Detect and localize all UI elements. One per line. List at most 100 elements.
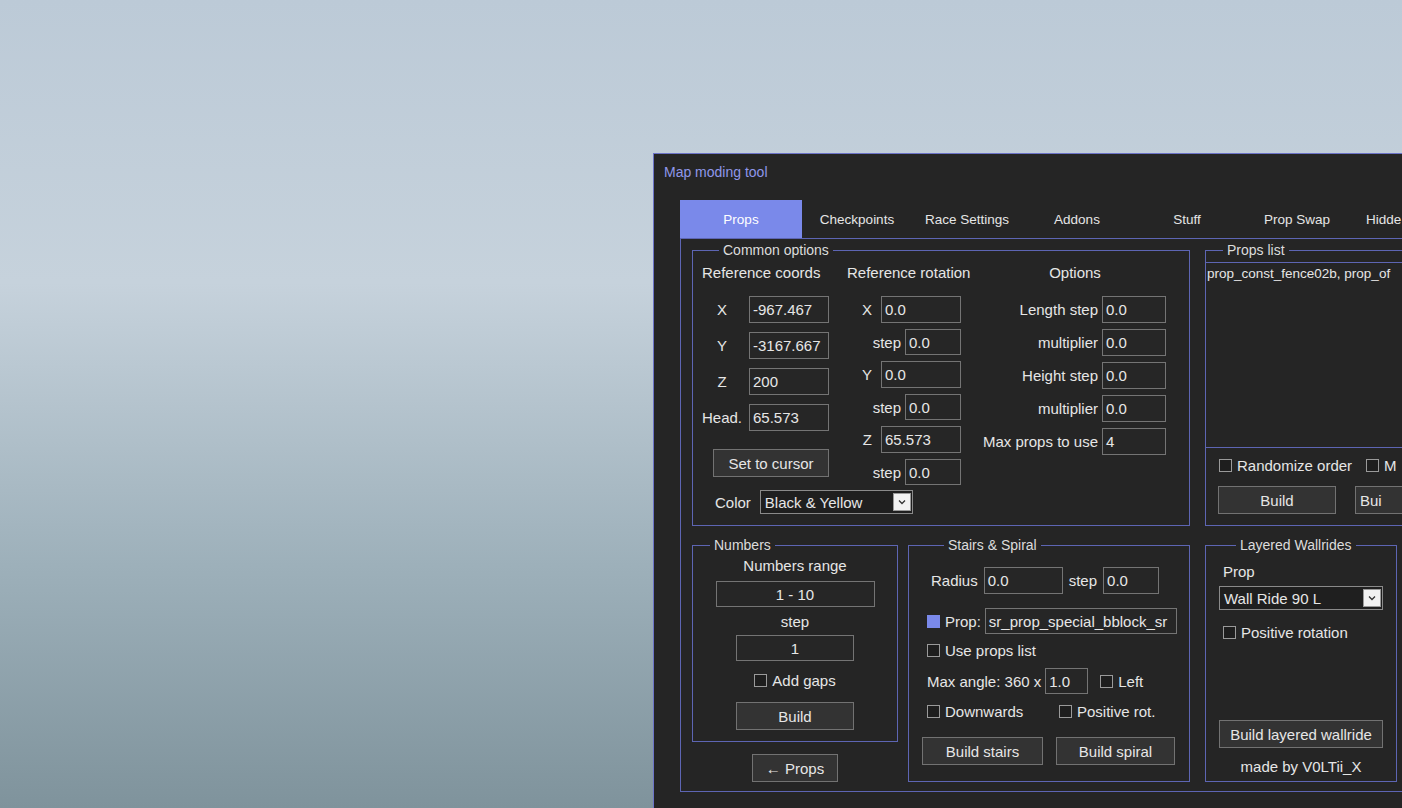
tab[interactable]: Addons	[1022, 200, 1132, 238]
checkbox-label: Left	[1118, 673, 1143, 690]
max-angle-label: Max angle: 360 x	[927, 673, 1041, 690]
checkbox-label: Downwards	[945, 703, 1023, 720]
wallride-prop-dropdown[interactable]: Wall Ride 90 L	[1219, 586, 1383, 610]
build-button[interactable]: Bui	[1355, 486, 1402, 514]
coord-field: Z200	[702, 368, 829, 395]
max-angle-row: Max angle: 360 x1.0 Left	[927, 668, 1177, 694]
build-button[interactable]: Build stairs	[922, 737, 1043, 765]
field-input[interactable]: 65.573	[881, 426, 961, 453]
props-list-item[interactable]: prop_const_fence02b, prop_of	[1207, 266, 1402, 281]
field-label: X	[701, 301, 743, 318]
field-input[interactable]: 0.0	[905, 329, 961, 355]
color-dropdown[interactable]: Black & Yellow	[760, 490, 913, 514]
radius-input[interactable]: 0.0	[984, 567, 1063, 594]
field-label: step	[873, 334, 901, 351]
field-input[interactable]: 0.0	[1102, 395, 1166, 422]
numbers-group: NumbersNumbers range1 - 10step1Add gapsB…	[692, 537, 898, 742]
prop-input[interactable]: sr_prop_special_bblock_sr	[985, 608, 1177, 634]
tab[interactable]: Race Settings	[912, 200, 1022, 238]
checkbox[interactable]	[1366, 459, 1379, 472]
numbers-step-input[interactable]: 1	[736, 635, 854, 661]
numbers-range-label: Numbers range	[743, 557, 846, 574]
checkbox[interactable]	[927, 644, 940, 657]
coord-field: Y -3167.667	[702, 332, 829, 359]
positive-rotation-checkbox[interactable]: Positive rotation	[1223, 624, 1348, 641]
radius-step-input[interactable]: 0.0	[1103, 567, 1159, 594]
tab[interactable]: Checkpoints	[802, 200, 912, 238]
field-label: Y	[701, 337, 743, 354]
tab-panel: Common optionsReference coordsX-967.467Y…	[680, 238, 1402, 792]
field-input[interactable]: 0.0	[1102, 296, 1166, 323]
rotation-field: step0.0	[847, 394, 961, 420]
tab[interactable]: Hidde	[1352, 200, 1402, 238]
field-label: Head.	[701, 409, 743, 426]
field-input[interactable]: -3167.667	[749, 332, 829, 359]
checkbox[interactable]	[1219, 459, 1232, 472]
props-list-group: Props listprop_const_fence02b, prop_ofRa…	[1205, 242, 1402, 526]
chevron-down-icon	[1367, 593, 1377, 603]
field-label: Height step	[1022, 367, 1098, 384]
bottom-row: NumbersNumbers range1 - 10step1Add gapsB…	[692, 537, 1402, 782]
field-input[interactable]: 0.0	[905, 394, 961, 420]
field-input[interactable]: -967.467	[749, 296, 829, 323]
coord-field: Head. 65.573	[702, 404, 829, 431]
max-angle-input[interactable]: 1.0	[1045, 668, 1088, 694]
field-input[interactable]: 0.0	[881, 361, 961, 388]
checkbox[interactable]	[1223, 626, 1236, 639]
downwards-checkbox[interactable]: Downwards	[927, 703, 1059, 720]
back-to-props-button[interactable]: ← Props	[752, 754, 838, 782]
positive-rot-checkbox[interactable]: Positive rot.	[1059, 703, 1177, 720]
field-input[interactable]: 0.0	[881, 296, 961, 323]
checkbox[interactable]	[1059, 705, 1072, 718]
rotation-field: Y0.0	[847, 361, 961, 388]
column-header: Reference coords	[702, 264, 829, 281]
tab[interactable]: Props	[680, 200, 802, 238]
checkbox[interactable]	[927, 705, 940, 718]
dropdown-arrow[interactable]	[893, 493, 911, 511]
field-label: Max props to use	[983, 433, 1098, 450]
group-title: Layered Wallrides	[1236, 537, 1356, 553]
field-input[interactable]: 0.0	[1102, 329, 1166, 356]
checkbox[interactable]	[754, 674, 767, 687]
build-layered-wallride-button[interactable]: Build layered wallride	[1219, 720, 1383, 748]
add-gaps-checkbox[interactable]: Add gaps	[754, 672, 835, 689]
field-input[interactable]: 65.573	[749, 404, 829, 431]
tab-bar: PropsCheckpointsRace SettingsAddonsStuff…	[680, 200, 1402, 238]
column-header: Options	[984, 264, 1166, 281]
dropdown-arrow[interactable]	[1363, 589, 1381, 607]
field-input[interactable]: 0.0	[1102, 362, 1166, 389]
group-title: Stairs & Spiral	[944, 537, 1041, 553]
checkbox-label: Positive rotation	[1241, 624, 1348, 641]
color-label: Color	[715, 494, 751, 511]
set-to-cursor-button[interactable]: Set to cursor	[713, 449, 829, 477]
numbers-range-input[interactable]: 1 - 10	[716, 581, 875, 607]
tool-window: Map moding toolPropsCheckpointsRace Sett…	[653, 153, 1402, 808]
direction-row: Downwards Positive rot.	[927, 703, 1177, 720]
field-input[interactable]: 200	[749, 368, 829, 395]
checkbox[interactable]	[1100, 675, 1113, 688]
prop-checkbox[interactable]: Prop:	[927, 613, 981, 630]
option-field: multiplier0.0	[984, 395, 1166, 422]
color-row: Color Black & Yellow	[702, 490, 1180, 514]
checkbox[interactable]	[927, 615, 940, 628]
left-checkbox[interactable]: Left	[1100, 673, 1143, 690]
field-label: step	[873, 464, 901, 481]
props-list-option[interactable]: Randomize order	[1219, 457, 1352, 474]
numbers-build-button[interactable]: Build	[736, 702, 854, 730]
option-field: Max props to use4	[984, 428, 1166, 455]
option-field: Length step0.0	[984, 296, 1166, 323]
field-label: Z	[863, 431, 872, 448]
props-list-option[interactable]: M	[1366, 457, 1397, 474]
use-props-list-checkbox[interactable]: Use props list	[927, 642, 1036, 659]
build-button[interactable]: Build	[1218, 486, 1336, 514]
option-field: multiplier0.0	[984, 329, 1166, 356]
field-input[interactable]: 4	[1102, 428, 1166, 455]
field-input[interactable]: 0.0	[905, 459, 961, 485]
coord-field: X -967.467	[702, 296, 829, 323]
dropdown-value: Wall Ride 90 L	[1224, 590, 1321, 607]
build-button[interactable]: Build spiral	[1056, 737, 1175, 765]
rotation-field: Z 65.573	[847, 426, 961, 453]
props-list[interactable]: prop_const_fence02b, prop_of	[1206, 262, 1402, 448]
tab[interactable]: Prop Swap	[1242, 200, 1352, 238]
tab[interactable]: Stuff	[1132, 200, 1242, 238]
